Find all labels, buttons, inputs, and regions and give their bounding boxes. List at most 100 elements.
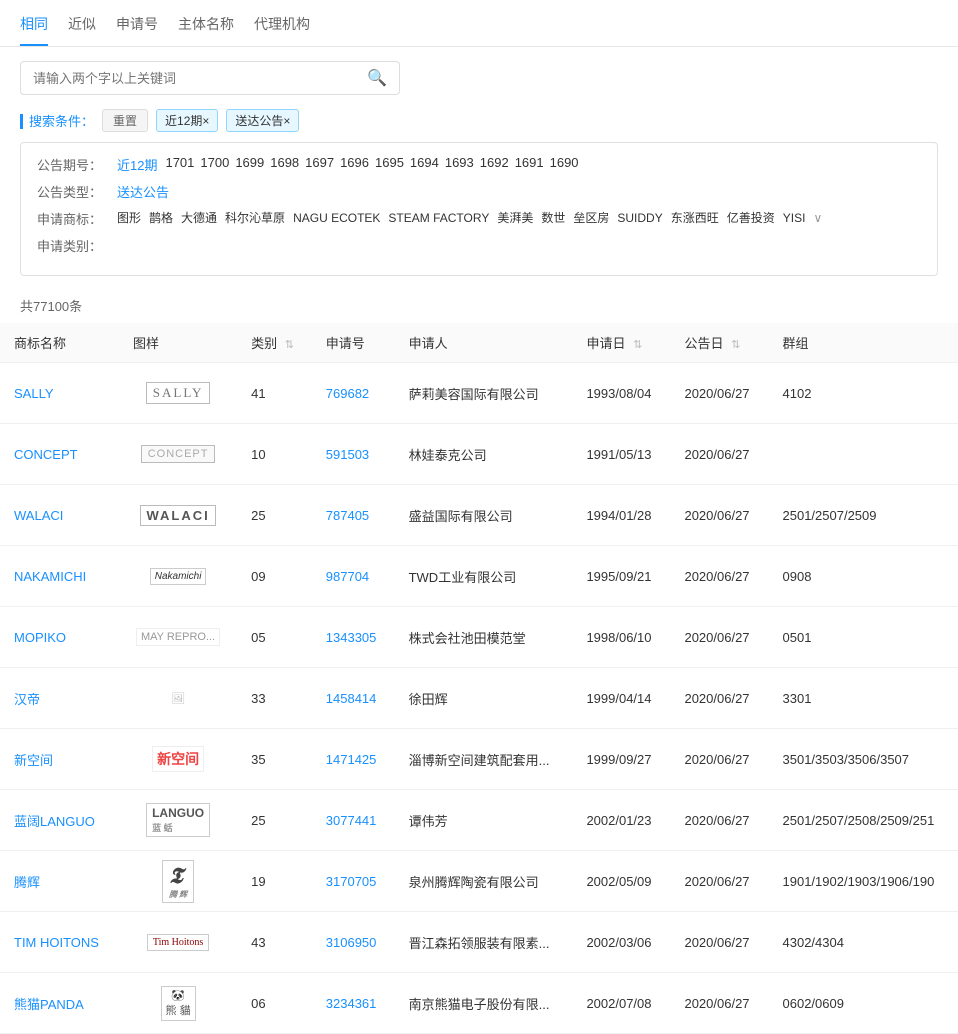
tm-12[interactable]: YISI (783, 211, 806, 225)
row-name[interactable]: MOPIKO (0, 607, 119, 668)
tm-11[interactable]: 亿善投资 (727, 209, 775, 226)
category-sort-icon[interactable]: ⇅ (285, 339, 294, 351)
nav-item-entity[interactable]: 主体名称 (178, 14, 234, 46)
row-appno[interactable]: 987704 (312, 546, 395, 607)
period-1699[interactable]: 1699 (235, 155, 264, 170)
tm-3[interactable]: 科尔沁草原 (225, 209, 285, 226)
row-category: 19 (237, 851, 312, 912)
search-input[interactable] (33, 71, 367, 86)
table-row: CONCEPT CONCEPT 10 591503 林娃泰克公司 1991/05… (0, 424, 958, 485)
table-row: 熊猫PANDA 🐼熊 貓 06 3234361 南京熊猫电子股份有限... 20… (0, 973, 958, 1034)
search-icon[interactable]: 🔍 (367, 68, 387, 88)
reset-button[interactable]: 重置 (102, 109, 148, 132)
row-group (769, 424, 958, 485)
row-appno[interactable]: 1458414 (312, 668, 395, 729)
tm-7[interactable]: 数世 (541, 209, 565, 226)
row-appno[interactable]: 3077441 (312, 790, 395, 851)
period-1700[interactable]: 1700 (200, 155, 229, 170)
row-pubdate: 2020/06/27 (670, 912, 768, 973)
row-appdate: 1994/01/28 (572, 485, 670, 546)
row-pubdate: 2020/06/27 (670, 729, 768, 790)
row-appno[interactable]: 591503 (312, 424, 395, 485)
condition-box: 公告期号： 近12期 1701 1700 1699 1698 1697 1696… (20, 142, 938, 276)
row-category: 33 (237, 668, 312, 729)
tm-0[interactable]: 图形 (117, 209, 141, 226)
th-pubdate[interactable]: 公告日 ⇅ (670, 323, 768, 363)
row-applicant: 萨莉美容国际有限公司 (395, 363, 573, 424)
row-category: 25 (237, 790, 312, 851)
th-category-label: 类别 (251, 336, 277, 351)
period-1693[interactable]: 1693 (445, 155, 474, 170)
period-1691[interactable]: 1691 (515, 155, 544, 170)
tm-6[interactable]: 美湃美 (497, 209, 533, 226)
tag-period[interactable]: 近12期× (156, 109, 218, 132)
period-1692[interactable]: 1692 (480, 155, 509, 170)
th-category[interactable]: 类别 ⇅ (237, 323, 312, 363)
row-name[interactable]: 汉帝 (0, 668, 119, 729)
tm-9[interactable]: SUIDDY (617, 211, 662, 225)
period-1698[interactable]: 1698 (270, 155, 299, 170)
row-logo: Tim Hoitons (119, 912, 237, 973)
row-appdate: 2002/01/23 (572, 790, 670, 851)
row-name[interactable]: 蓝阔LANGUO (0, 790, 119, 851)
class-key: 申请类别： (37, 236, 117, 255)
row-pubdate: 2020/06/27 (670, 424, 768, 485)
period-1695[interactable]: 1695 (375, 155, 404, 170)
th-appdate-label: 申请日 (586, 336, 625, 351)
row-appno[interactable]: 3170705 (312, 851, 395, 912)
row-name[interactable]: 腾辉 (0, 851, 119, 912)
total-count: 共77100条 (0, 290, 958, 323)
row-name[interactable]: SALLY (0, 363, 119, 424)
table-row: SALLY SALLY 41 769682 萨莉美容国际有限公司 1993/08… (0, 363, 958, 424)
row-applicant: 谭伟芳 (395, 790, 573, 851)
row-name[interactable]: 新空间 (0, 729, 119, 790)
row-name[interactable]: 熊猫PANDA (0, 973, 119, 1034)
nav-item-appno[interactable]: 申请号 (116, 14, 158, 46)
row-name[interactable]: CONCEPT (0, 424, 119, 485)
period-link[interactable]: 近12期 (117, 155, 157, 174)
tm-2[interactable]: 大德通 (181, 209, 217, 226)
expand-button[interactable]: ∨ (813, 211, 822, 225)
row-applicant: 林娃泰克公司 (395, 424, 573, 485)
row-appno[interactable]: 769682 (312, 363, 395, 424)
row-group: 3301 (769, 668, 958, 729)
period-1701[interactable]: 1701 (165, 155, 194, 170)
tm-1[interactable]: 鹊格 (149, 209, 173, 226)
row-applicant: 徐田辉 (395, 668, 573, 729)
tm-5[interactable]: STEAM FACTORY (388, 211, 489, 225)
row-name[interactable]: NAKAMICHI (0, 546, 119, 607)
period-1697[interactable]: 1697 (305, 155, 334, 170)
tm-4[interactable]: NAGU ECOTEK (293, 211, 380, 225)
nav-item-similar[interactable]: 近似 (68, 14, 96, 46)
row-appno[interactable]: 1471425 (312, 729, 395, 790)
row-appdate: 2002/03/06 (572, 912, 670, 973)
type-link[interactable]: 送达公告 (117, 182, 169, 201)
row-appno[interactable]: 3234361 (312, 973, 395, 1034)
row-appdate: 2002/07/08 (572, 973, 670, 1034)
row-appno[interactable]: 787405 (312, 485, 395, 546)
condition-type-row: 公告类型： 送达公告 (37, 182, 921, 201)
tm-8[interactable]: 垒区房 (573, 209, 609, 226)
row-logo: WALACI (119, 485, 237, 546)
table-row: TIM HOITONS Tim Hoitons 43 3106950 晋江森拓领… (0, 912, 958, 973)
period-1690[interactable]: 1690 (550, 155, 579, 170)
appdate-sort-icon[interactable]: ⇅ (633, 339, 642, 351)
row-group: 3501/3503/3506/3507 (769, 729, 958, 790)
period-1694[interactable]: 1694 (410, 155, 439, 170)
tag-type[interactable]: 送达公告× (226, 109, 299, 132)
search-box: 🔍 (20, 61, 400, 95)
row-group: 0501 (769, 607, 958, 668)
pubdate-sort-icon[interactable]: ⇅ (731, 339, 740, 351)
nav-item-agent[interactable]: 代理机构 (254, 14, 310, 46)
trademark-key: 申请商标： (37, 209, 117, 228)
row-appdate: 1998/06/10 (572, 607, 670, 668)
th-appdate[interactable]: 申请日 ⇅ (572, 323, 670, 363)
row-name[interactable]: TIM HOITONS (0, 912, 119, 973)
period-1696[interactable]: 1696 (340, 155, 369, 170)
row-appno[interactable]: 3106950 (312, 912, 395, 973)
row-name[interactable]: WALACI (0, 485, 119, 546)
nav-item-same[interactable]: 相同 (20, 14, 48, 46)
row-pubdate: 2020/06/27 (670, 363, 768, 424)
tm-10[interactable]: 东涨西旺 (671, 209, 719, 226)
row-appno[interactable]: 1343305 (312, 607, 395, 668)
